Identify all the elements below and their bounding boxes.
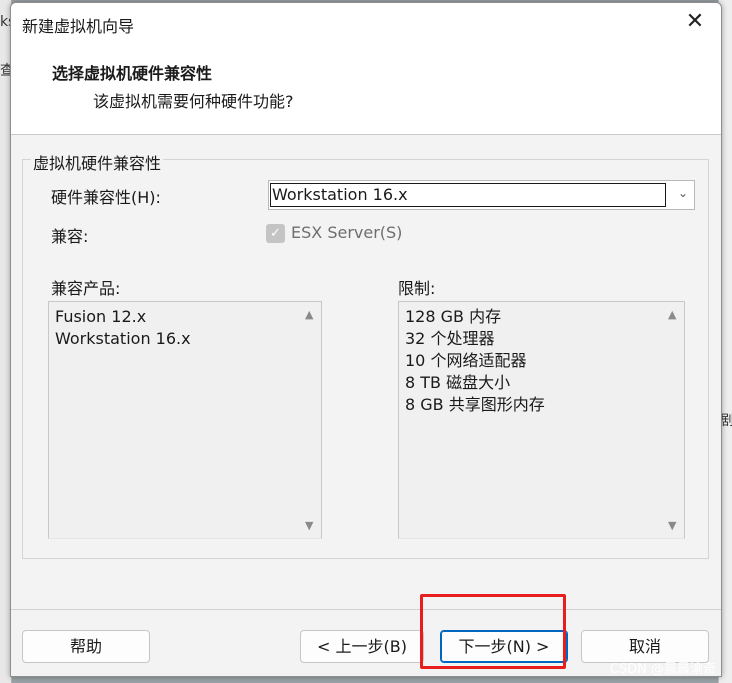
scroll-up-icon[interactable]: ▲ xyxy=(668,308,676,321)
list-item[interactable]: Workstation 16.x xyxy=(55,328,191,350)
scroll-up-icon[interactable]: ▲ xyxy=(305,308,313,321)
esx-checkbox[interactable]: ✓ xyxy=(266,224,285,243)
back-button[interactable]: < 上一步(B) xyxy=(300,630,424,663)
new-vm-wizard-dialog: 新建虚拟机向导 ✕ 选择虚拟机硬件兼容性 该虚拟机需要何种硬件功能? 虚拟机硬件… xyxy=(10,2,722,677)
hardware-compat-value: Workstation 16.x xyxy=(270,183,666,207)
hardware-compat-group: 虚拟机硬件兼容性 硬件兼容性(H): Workstation 16.x ⌄ 兼容… xyxy=(22,150,709,559)
scroll-down-icon[interactable]: ▼ xyxy=(305,519,313,532)
hardware-compat-select[interactable]: Workstation 16.x ⌄ xyxy=(268,180,695,210)
hardware-compat-label: 硬件兼容性(H): xyxy=(51,188,161,207)
group-legend: 虚拟机硬件兼容性 xyxy=(31,150,164,174)
checkmark-icon: ✓ xyxy=(270,226,281,241)
list-item[interactable]: 10 个网络适配器 xyxy=(405,350,545,372)
chevron-down-icon: ⌄ xyxy=(677,186,688,200)
products-listbox[interactable]: Fusion 12.x Workstation 16.x ▲ ▼ xyxy=(48,301,322,539)
list-item[interactable]: 32 个处理器 xyxy=(405,328,545,350)
limits-listbox[interactable]: 128 GB 内存 32 个处理器 10 个网络适配器 8 TB 磁盘大小 8 … xyxy=(398,301,685,539)
products-label: 兼容产品: xyxy=(51,279,121,298)
list-item[interactable]: 128 GB 内存 xyxy=(405,306,545,328)
watermark: CSDN @晨晨渝奇 xyxy=(609,662,716,677)
list-item[interactable]: Fusion 12.x xyxy=(55,306,191,328)
close-icon[interactable]: ✕ xyxy=(683,11,707,35)
red-highlight-box xyxy=(420,594,566,669)
help-button[interactable]: 帮助 xyxy=(22,630,150,663)
compatible-label: 兼容: xyxy=(51,227,89,246)
title-bar: 新建虚拟机向导 ✕ xyxy=(11,3,721,43)
list-item[interactable]: 8 GB 共享图形内存 xyxy=(405,394,545,416)
window-title: 新建虚拟机向导 xyxy=(22,17,135,36)
products-scrollbar[interactable]: ▲ ▼ xyxy=(301,302,321,538)
limits-label: 限制: xyxy=(398,279,436,298)
scroll-down-icon[interactable]: ▼ xyxy=(668,519,676,532)
page-subtitle: 该虚拟机需要何种硬件功能? xyxy=(93,92,294,111)
esx-checkbox-label[interactable]: ESX Server(S) xyxy=(291,223,402,242)
page-title: 选择虚拟机硬件兼容性 xyxy=(52,64,213,83)
list-item[interactable]: 8 TB 磁盘大小 xyxy=(405,372,545,394)
limits-scrollbar[interactable]: ▲ ▼ xyxy=(664,302,684,538)
wizard-header: 选择虚拟机硬件兼容性 该虚拟机需要何种硬件功能? xyxy=(11,43,721,135)
